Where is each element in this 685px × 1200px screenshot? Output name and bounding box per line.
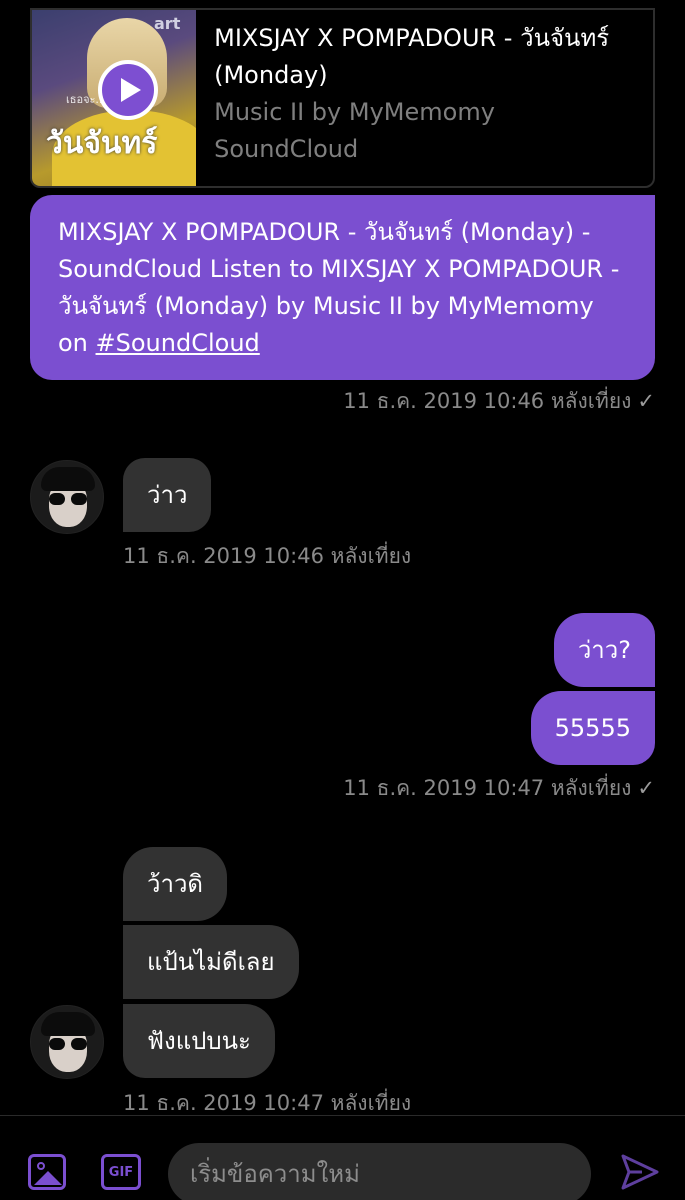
play-icon[interactable]: [98, 60, 158, 120]
message-text: ว้าวดิ: [147, 869, 204, 898]
avatar-glasses: [49, 1038, 87, 1050]
timestamp-text: 11 ธ.ค. 2019 10:46 หลังเที่ยง: [343, 389, 632, 413]
message-timestamp: 11 ธ.ค. 2019 10:46 หลังเที่ยง: [123, 544, 412, 568]
outgoing-message-link: MIXSJAY X POMPADOUR - วันจันทร์ (Monday)…: [30, 195, 655, 380]
message-text: 55555: [554, 713, 631, 742]
preview-source: SoundCloud: [214, 135, 359, 163]
composer-bar: GIF: [0, 1116, 685, 1200]
outgoing-message: ว่าว?: [553, 613, 655, 687]
avatar[interactable]: [30, 460, 104, 534]
preview-subtitle: Music II by MyMemomy: [214, 98, 495, 126]
incoming-message: ฟังแปบนะ: [123, 1004, 275, 1078]
preview-title: MIXSJAY X POMPADOUR - วันจันทร์ (Monday): [214, 24, 610, 89]
incoming-message: ว่าว: [123, 458, 212, 532]
message-text: แป้นไม่ดีเลย: [147, 947, 275, 976]
preview-thumbnail: art เธอจะ...ปลา? วันจันทร์: [32, 10, 197, 186]
conversation-view: art เธอจะ...ปลา? วันจันทร์ MIXSJAY X POM…: [0, 0, 685, 1115]
timestamp-text: 11 ธ.ค. 2019 10:47 หลังเที่ยง: [343, 776, 632, 800]
message-input[interactable]: [168, 1143, 591, 1200]
image-icon-mountain: [34, 1171, 62, 1185]
avatar-glasses: [49, 493, 87, 505]
send-icon[interactable]: [618, 1152, 662, 1192]
check-icon: ✓: [637, 389, 655, 413]
message-text: ว่าว: [147, 480, 188, 509]
message-timestamp: 11 ธ.ค. 2019 10:47 หลังเที่ยง ✓: [343, 772, 655, 805]
hashtag-link[interactable]: #SoundCloud: [96, 329, 260, 357]
incoming-message: แป้นไม่ดีเลย: [123, 925, 299, 999]
preview-text: MIXSJAY X POMPADOUR - วันจันทร์ (Monday)…: [196, 10, 653, 186]
message-text: ฟังแปบนะ: [147, 1026, 251, 1055]
image-icon-sun: [37, 1162, 45, 1170]
message-timestamp: 11 ธ.ค. 2019 10:46 หลังเที่ยง ✓: [343, 385, 655, 418]
avatar-hat: [41, 467, 95, 491]
message-text: MIXSJAY X POMPADOUR - วันจันทร์ (Monday)…: [58, 214, 627, 362]
check-icon: ✓: [637, 776, 655, 800]
incoming-message: ว้าวดิ: [123, 847, 228, 921]
outgoing-message: 55555: [530, 691, 655, 765]
image-icon[interactable]: [28, 1154, 66, 1190]
avatar[interactable]: [30, 1005, 104, 1079]
thumbnail-watermark: art: [154, 14, 181, 33]
gif-icon[interactable]: GIF: [101, 1154, 141, 1190]
thumbnail-title: วันจันทร์: [46, 126, 158, 161]
link-preview-card[interactable]: art เธอจะ...ปลา? วันจันทร์ MIXSJAY X POM…: [30, 8, 655, 188]
message-text: ว่าว?: [577, 635, 631, 664]
avatar-hat: [41, 1012, 95, 1036]
